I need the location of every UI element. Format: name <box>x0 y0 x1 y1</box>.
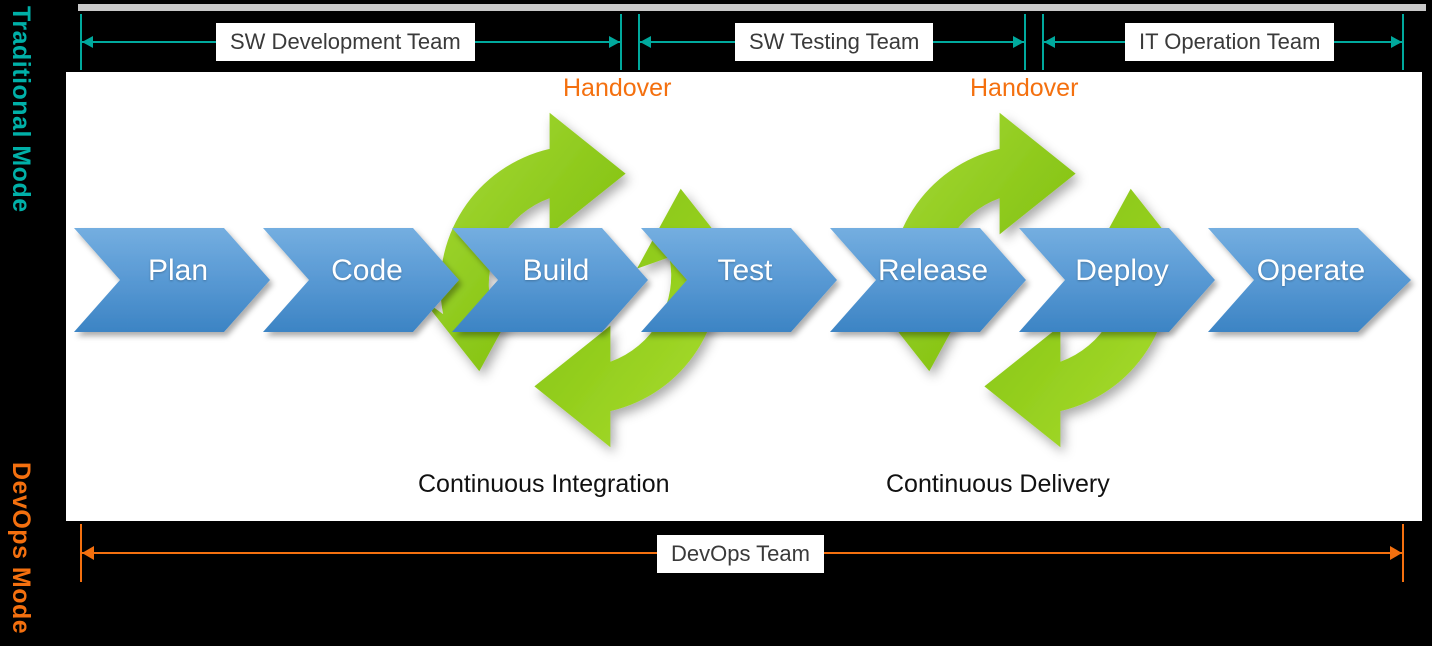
team-label-sw-testing: SW Testing Team <box>735 23 934 61</box>
team-label-it-operation: IT Operation Team <box>1125 23 1335 61</box>
stage-label-test: Test <box>717 254 773 287</box>
pipeline-stage-chevrons <box>74 228 1411 332</box>
stage-label-code: Code <box>331 254 403 287</box>
devops-bracket-arrow-right <box>1390 546 1402 560</box>
top-rail-divider <box>78 4 1426 11</box>
bracket-arrow-left-1 <box>82 36 93 48</box>
stage-label-build: Build <box>522 254 590 287</box>
bracket-arrow-left-3 <box>1044 36 1055 48</box>
top-team-bracket: SW Development Team SW Testing Team IT O… <box>0 14 1432 70</box>
devops-bracket-arrow-left <box>82 546 94 560</box>
cycle-caption-continuous-delivery: Continuous Delivery <box>886 470 1110 498</box>
bracket-arrow-right-2 <box>1013 36 1024 48</box>
stage-label-operate: Operate <box>1256 254 1366 287</box>
bracket-arrow-right-3 <box>1391 36 1402 48</box>
bottom-team-bracket: DevOps Team <box>0 524 1432 584</box>
bracket-tick-end-1 <box>620 14 622 70</box>
handover-label-1: Handover <box>563 74 672 102</box>
team-label-sw-development: SW Development Team <box>216 23 475 61</box>
pipeline-panel: Handover Handover Plan Code Build Test R… <box>66 72 1422 521</box>
cycle-caption-continuous-integration: Continuous Integration <box>418 470 670 498</box>
bracket-tick-end-3 <box>1402 14 1404 70</box>
handover-label-2: Handover <box>970 74 1079 102</box>
bracket-arrow-right-1 <box>609 36 620 48</box>
stage-label-release: Release <box>877 254 989 287</box>
devops-bracket-tick-end <box>1402 524 1404 582</box>
stage-label-plan: Plan <box>147 254 209 287</box>
bracket-arrow-left-2 <box>640 36 651 48</box>
team-label-devops: DevOps Team <box>657 535 824 573</box>
bracket-tick-end-2 <box>1024 14 1026 70</box>
stage-label-deploy: Deploy <box>1075 254 1169 287</box>
